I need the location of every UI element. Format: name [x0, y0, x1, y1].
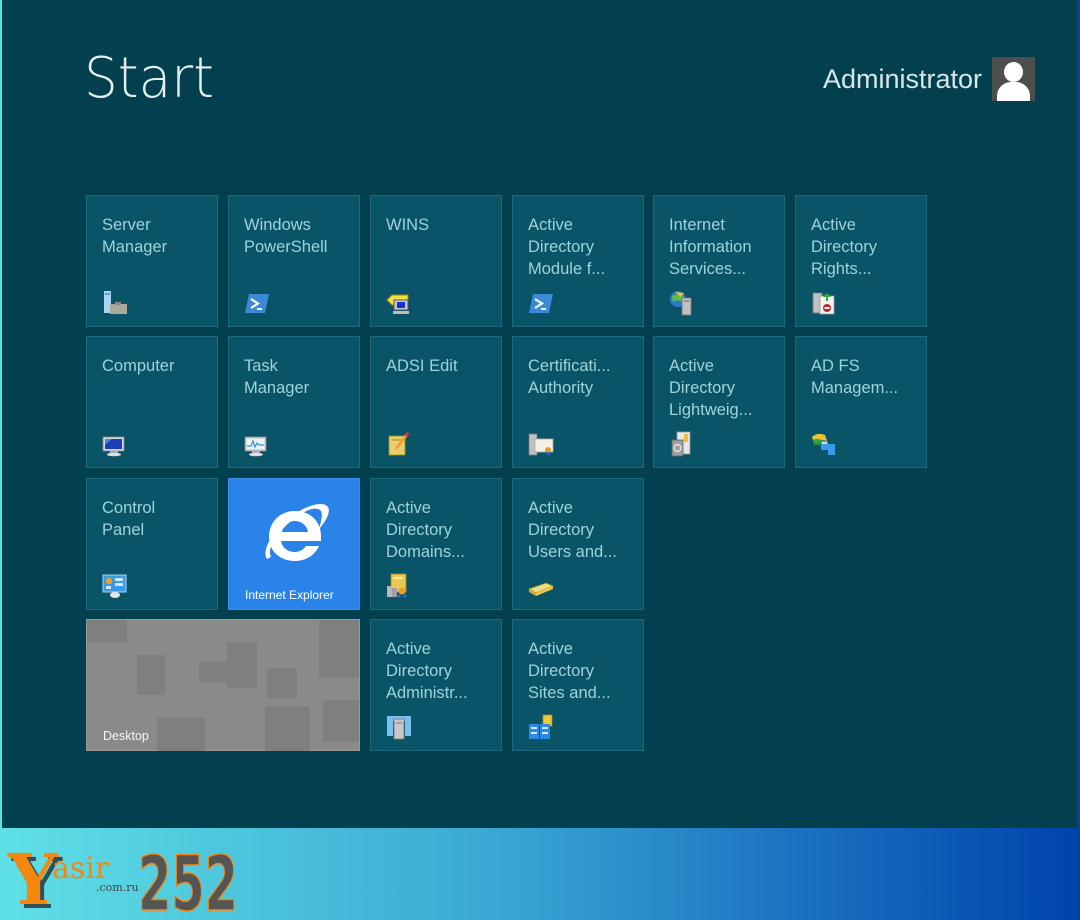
tile-label: Internet Information Services... — [669, 216, 752, 278]
desktop-wallpaper-shape — [319, 620, 359, 678]
adsi-edit-icon — [388, 432, 410, 456]
rights-management-icon — [812, 292, 835, 315]
desktop-wallpaper-shape — [137, 655, 165, 695]
tile-label: Windows PowerShell — [244, 216, 328, 256]
server-manager-icon — [104, 291, 127, 314]
tile-label: Certificati... Authority — [528, 357, 611, 397]
tile-label: WINS — [386, 216, 430, 234]
tile-label: Active Directory Lightweig... — [669, 357, 753, 419]
tile-label: Active Directory Module f... — [528, 216, 606, 278]
tile-label: ADSI Edit — [386, 357, 458, 375]
user-silhouette-body — [997, 82, 1030, 101]
logo-domain: .com.ru — [96, 881, 139, 894]
tile-computer[interactable]: Computer — [86, 336, 218, 468]
tile-ad-rights-management[interactable]: Active Directory Rights... — [795, 195, 927, 327]
tile-label: Desktop — [103, 729, 149, 743]
tile-ad-module-powershell[interactable]: Active Directory Module f... — [512, 195, 644, 327]
tile-label: Task Manager — [244, 357, 310, 397]
yasir252-logo: Y Y asir .com.ru 252 — [7, 838, 239, 918]
tile-internet-explorer[interactable]: Internet Explorer — [228, 478, 360, 610]
desktop-wallpaper-shape — [157, 718, 205, 751]
tile-desktop[interactable]: Desktop — [86, 619, 360, 751]
tile-ad-users-computers[interactable]: Active Directory Users and... — [512, 478, 644, 610]
tile-label: Active Directory Administr... — [386, 640, 468, 702]
desktop-wallpaper-shape — [87, 620, 127, 642]
user-silhouette-icon — [1004, 62, 1023, 82]
lightweight-directory-icon — [671, 431, 691, 457]
start-screen: Start Administrator Server Manager Windo… — [2, 0, 1077, 828]
tile-label: Control Panel — [102, 499, 156, 539]
user-name: Administrator — [822, 63, 982, 94]
desktop-wallpaper-shape — [227, 642, 257, 688]
powershell-icon — [245, 294, 269, 313]
tile-certification-authority[interactable]: Certificati... Authority — [512, 336, 644, 468]
tile-label: Server Manager — [102, 216, 168, 256]
admin-center-icon — [387, 716, 411, 740]
tile-label: Active Directory Users and... — [528, 499, 617, 561]
tile-wins[interactable]: WINS — [370, 195, 502, 327]
tile-server-manager[interactable]: Server Manager — [86, 195, 218, 327]
iis-icon — [670, 291, 692, 316]
control-panel-icon — [102, 574, 127, 598]
tile-adsi-edit[interactable]: ADSI Edit — [370, 336, 502, 468]
internet-explorer-icon — [265, 503, 329, 561]
tile-windows-powershell[interactable]: Windows PowerShell — [228, 195, 360, 327]
tile-ad-administrative-center[interactable]: Active Directory Administr... — [370, 619, 502, 751]
user-account[interactable]: Administrator — [823, 57, 1035, 101]
tile-control-panel[interactable]: Control Panel — [86, 478, 218, 610]
avatar[interactable] — [992, 57, 1035, 101]
tile-ad-sites-services[interactable]: Active Directory Sites and... — [512, 619, 644, 751]
tile-label: Internet Explorer — [245, 588, 334, 602]
tile-label: Active Directory Sites and... — [528, 640, 611, 702]
desktop-wallpaper-shape — [323, 700, 359, 742]
logo-number: 252 — [138, 839, 238, 918]
sites-services-icon — [529, 714, 553, 739]
users-computers-icon — [528, 582, 554, 596]
tile-label: Computer — [102, 357, 175, 375]
desktop-wallpaper-shape — [265, 706, 310, 751]
page-title: Start — [84, 46, 214, 111]
desktop-wallpaper-shape — [267, 668, 297, 698]
powershell-icon — [529, 294, 553, 313]
tile-ad-lightweight-directory[interactable]: Active Directory Lightweig... — [653, 336, 785, 468]
tile-label: Active Directory Rights... — [811, 216, 878, 278]
tile-adfs-management[interactable]: AD FS Managem... — [795, 336, 927, 468]
task-manager-icon — [244, 436, 267, 457]
tile-label: Active Directory Domains... — [386, 499, 465, 561]
domains-trusts-icon — [387, 573, 407, 598]
computer-icon — [102, 436, 125, 457]
certificate-authority-icon — [528, 433, 554, 456]
adfs-management-icon — [812, 433, 835, 455]
tile-iis-manager[interactable]: Internet Information Services... — [653, 195, 785, 327]
tile-task-manager[interactable]: Task Manager — [228, 336, 360, 468]
tile-label: AD FS Managem... — [811, 357, 899, 397]
wins-icon — [386, 294, 409, 314]
tile-ad-domains-trusts[interactable]: Active Directory Domains... — [370, 478, 502, 610]
